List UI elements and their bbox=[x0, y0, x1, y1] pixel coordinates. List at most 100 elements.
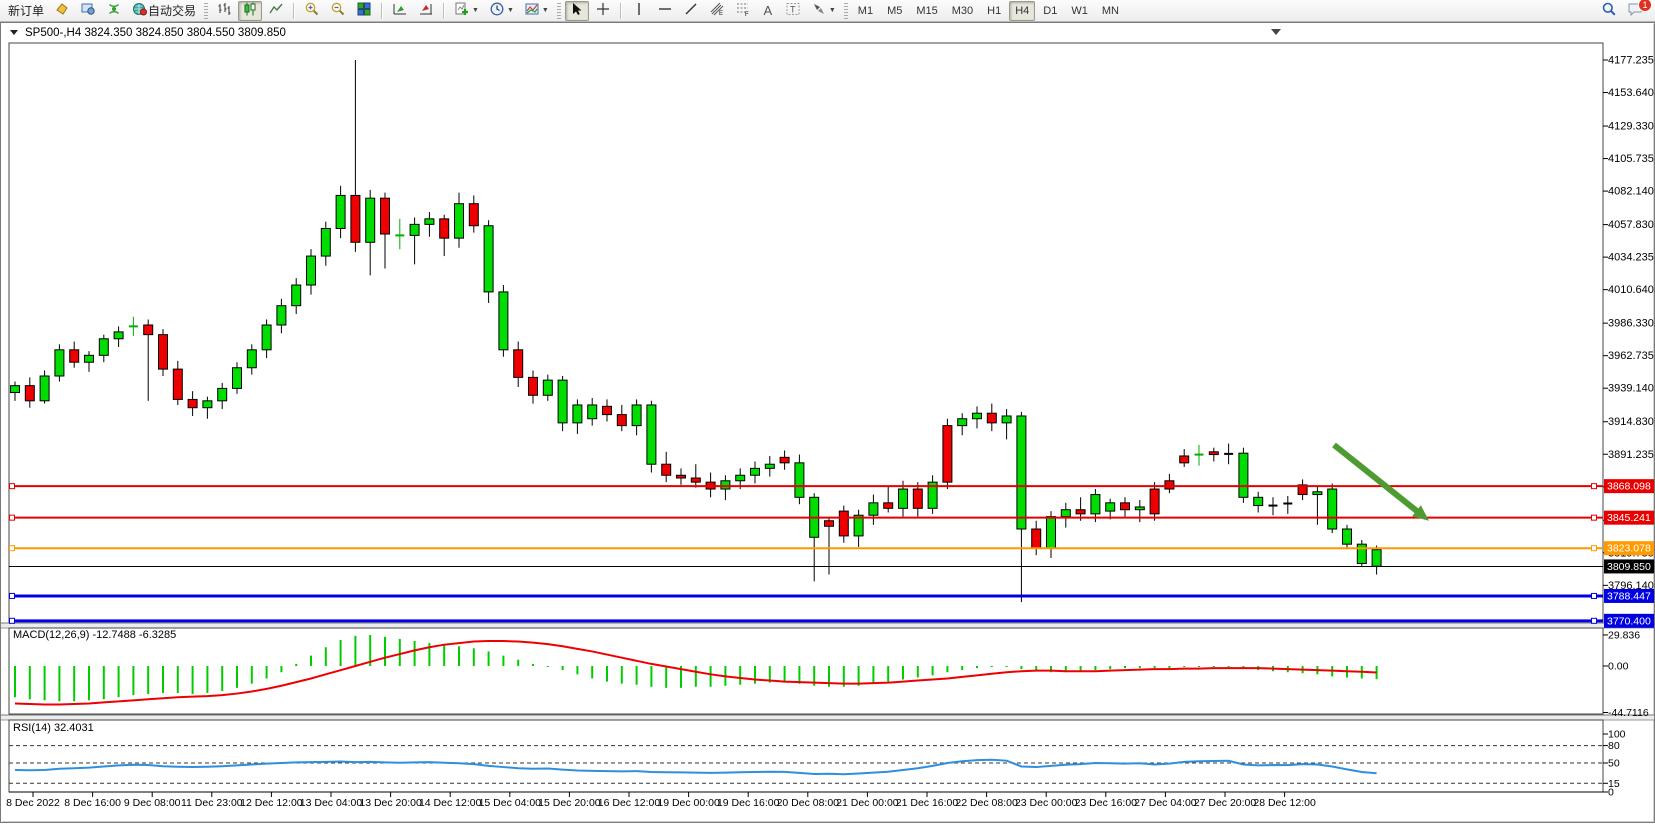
zoom-out-button[interactable] bbox=[326, 1, 350, 21]
template-button[interactable]: ▼ bbox=[520, 1, 553, 21]
channel-icon: E bbox=[709, 1, 725, 20]
svg-text:19 Dec 00:00: 19 Dec 00:00 bbox=[657, 797, 720, 809]
crosshair-button[interactable] bbox=[591, 1, 615, 21]
fibonacci-button[interactable]: F bbox=[731, 1, 755, 21]
svg-text:15 Dec 20:00: 15 Dec 20:00 bbox=[538, 797, 601, 809]
svg-text:T: T bbox=[790, 5, 796, 15]
horizontal-line-icon bbox=[657, 1, 673, 20]
svg-text:RSI(14) 32.4031: RSI(14) 32.4031 bbox=[13, 722, 94, 734]
timeframe-m5[interactable]: M5 bbox=[881, 1, 908, 21]
svg-text:20 Dec 08:00: 20 Dec 08:00 bbox=[777, 797, 840, 809]
bar-chart-button[interactable] bbox=[212, 1, 236, 21]
svg-text:4105.735: 4105.735 bbox=[1608, 153, 1654, 165]
channel-button[interactable]: E bbox=[705, 1, 729, 21]
fibonacci-icon: F bbox=[735, 1, 751, 20]
tile-windows-icon bbox=[356, 1, 372, 20]
auto-trading-label: 自动交易 bbox=[148, 2, 196, 19]
svg-text:100: 100 bbox=[1608, 729, 1626, 741]
svg-text:9 Dec 08:00: 9 Dec 08:00 bbox=[124, 797, 181, 809]
timeframe-m30[interactable]: M30 bbox=[946, 1, 979, 21]
svg-text:3939.140: 3939.140 bbox=[1608, 383, 1654, 395]
svg-text:13 Dec 20:00: 13 Dec 20:00 bbox=[359, 797, 422, 809]
svg-text:3770.400: 3770.400 bbox=[1607, 615, 1651, 627]
tile-windows-button[interactable] bbox=[352, 1, 376, 21]
svg-text:13 Dec 04:00: 13 Dec 04:00 bbox=[300, 797, 363, 809]
line-handle[interactable] bbox=[1592, 593, 1597, 598]
shift-chart-button[interactable] bbox=[414, 1, 438, 21]
svg-text:15 Dec 04:00: 15 Dec 04:00 bbox=[479, 797, 542, 809]
svg-text:14 Dec 12:00: 14 Dec 12:00 bbox=[419, 797, 482, 809]
svg-text:21 Dec 16:00: 21 Dec 16:00 bbox=[896, 797, 959, 809]
vertical-line-button[interactable] bbox=[627, 1, 651, 21]
chevron-down-icon: ▼ bbox=[542, 7, 549, 14]
timeframe-mn[interactable]: MN bbox=[1096, 1, 1125, 21]
new-order-button[interactable]: 新订单 bbox=[4, 1, 48, 21]
svg-text:4082.140: 4082.140 bbox=[1608, 186, 1654, 198]
toolbar-grip bbox=[557, 3, 561, 19]
line-handle[interactable] bbox=[10, 546, 15, 551]
svg-text:MACD(12,26,9) -12.7488 -6.3285: MACD(12,26,9) -12.7488 -6.3285 bbox=[13, 629, 176, 641]
auto-trading-button[interactable]: 自动交易 bbox=[128, 1, 200, 21]
chart-shift-marker-icon[interactable] bbox=[1271, 29, 1281, 35]
toolbar-grip bbox=[844, 3, 848, 19]
chevron-down-icon[interactable] bbox=[10, 30, 18, 35]
zoom-out-icon bbox=[330, 1, 346, 20]
timeframe-w1[interactable]: W1 bbox=[1065, 1, 1094, 21]
timeframe-m15[interactable]: M15 bbox=[910, 1, 943, 21]
text-button[interactable]: A bbox=[757, 1, 779, 21]
search-icon bbox=[1601, 1, 1617, 20]
indicator-window-button[interactable] bbox=[388, 1, 412, 21]
trendline-button[interactable] bbox=[679, 1, 703, 21]
line-handle[interactable] bbox=[10, 515, 15, 520]
svg-text:F: F bbox=[745, 12, 749, 17]
notifications-button[interactable]: 1 bbox=[1623, 1, 1648, 21]
line-chart-button[interactable] bbox=[264, 1, 288, 21]
search-button[interactable] bbox=[1597, 1, 1621, 21]
svg-text:3914.830: 3914.830 bbox=[1608, 416, 1654, 428]
quotes-button[interactable] bbox=[50, 1, 74, 21]
arrow-shapes-icon bbox=[811, 1, 827, 20]
zoom-in-button[interactable] bbox=[300, 1, 324, 21]
svg-text:8 Dec 16:00: 8 Dec 16:00 bbox=[64, 797, 121, 809]
line-handle[interactable] bbox=[1592, 546, 1597, 551]
svg-text:22 Dec 08:00: 22 Dec 08:00 bbox=[955, 797, 1018, 809]
svg-text:4153.640: 4153.640 bbox=[1608, 87, 1654, 99]
chart-window[interactable]: SP500-,H4 3824.350 3824.850 3804.550 380… bbox=[0, 22, 1655, 823]
svg-text:16 Dec 12:00: 16 Dec 12:00 bbox=[598, 797, 661, 809]
timeframe-h1[interactable]: H1 bbox=[981, 1, 1007, 21]
svg-text:4034.235: 4034.235 bbox=[1608, 252, 1654, 264]
line-handle[interactable] bbox=[10, 484, 15, 489]
text-label-button[interactable]: T bbox=[781, 1, 805, 21]
trendline-icon bbox=[683, 1, 699, 20]
chart-canvas[interactable]: SP500-,H4 3824.350 3824.850 3804.550 380… bbox=[1, 23, 1654, 822]
line-handle[interactable] bbox=[1592, 515, 1597, 520]
svg-text:0.00: 0.00 bbox=[1608, 661, 1629, 673]
arrow-shapes-button[interactable]: ▼ bbox=[807, 1, 840, 21]
cursor-button[interactable] bbox=[565, 1, 589, 21]
line-handle[interactable] bbox=[1592, 618, 1597, 623]
add-indicator-button[interactable]: ▼ bbox=[450, 1, 483, 21]
svg-text:E: E bbox=[719, 11, 723, 17]
chevron-down-icon: ▼ bbox=[472, 7, 479, 14]
timeframe-m1[interactable]: M1 bbox=[852, 1, 879, 21]
text-icon: A bbox=[764, 3, 773, 18]
line-handle[interactable] bbox=[10, 593, 15, 598]
market-watch-button[interactable] bbox=[76, 1, 100, 21]
cursor-icon bbox=[569, 1, 585, 20]
signal-button[interactable] bbox=[102, 1, 126, 21]
signal-icon bbox=[106, 1, 122, 20]
svg-text:0: 0 bbox=[1608, 787, 1614, 799]
line-handle[interactable] bbox=[1592, 484, 1597, 489]
timeframe-h4[interactable]: H4 bbox=[1009, 1, 1035, 21]
timeframe-d1[interactable]: D1 bbox=[1037, 1, 1063, 21]
toolbar-separator bbox=[620, 3, 622, 19]
price-tags: 3868.0983845.2413823.0783788.4473770.400… bbox=[1604, 479, 1654, 628]
svg-text:12 Dec 12:00: 12 Dec 12:00 bbox=[240, 797, 303, 809]
svg-text:4057.830: 4057.830 bbox=[1608, 219, 1654, 231]
horizontal-line-button[interactable] bbox=[653, 1, 677, 21]
candlestick-button[interactable] bbox=[238, 1, 262, 21]
vertical-line-icon bbox=[631, 1, 647, 20]
period-button[interactable]: ▼ bbox=[485, 1, 518, 21]
line-handle[interactable] bbox=[10, 618, 15, 623]
svg-text:3788.447: 3788.447 bbox=[1607, 590, 1651, 602]
